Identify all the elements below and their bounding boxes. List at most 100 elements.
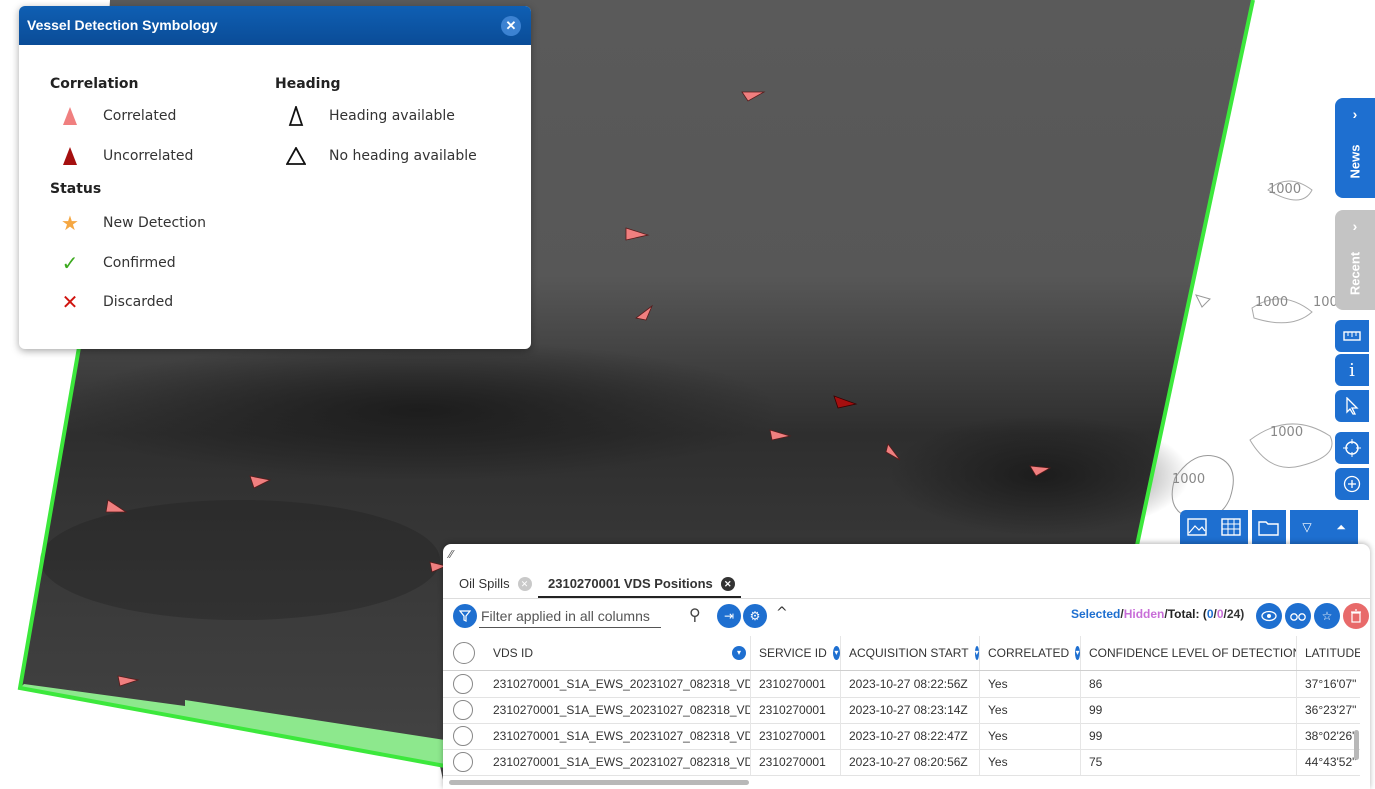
cell-acquisition-start: 2023-10-27 08:23:14Z — [840, 697, 979, 723]
star-outline-icon[interactable]: ☆ — [1314, 603, 1340, 629]
binoculars-icon[interactable] — [1285, 603, 1311, 629]
legend-item-new-detection: ★ New Detection — [57, 211, 206, 235]
select-all-cell[interactable] — [443, 636, 485, 670]
row-radio[interactable] — [453, 700, 473, 720]
horizontal-scrollbar[interactable] — [449, 780, 749, 785]
column-label: ACQUISITION START — [849, 646, 969, 660]
counter-total: Total: ( — [1167, 607, 1207, 621]
collapse-down-icon[interactable]: ▽ — [1290, 510, 1324, 544]
zoom-in-icon[interactable] — [1335, 468, 1369, 500]
panel-header: Vessel Detection Symbology ✕ — [19, 6, 531, 45]
locate-icon[interactable] — [1335, 432, 1369, 464]
tab-vds-positions[interactable]: 2310270001 VDS Positions ✕ — [538, 572, 741, 598]
row-radio[interactable] — [453, 752, 473, 772]
cell-vds-id: 2310270001_S1A_EWS_20231027_082318_VDS_1… — [493, 703, 750, 717]
news-tab[interactable]: › News — [1335, 98, 1375, 198]
column-header-latitude[interactable]: LATITUDE — [1296, 636, 1360, 670]
column-header-vds-id[interactable]: VDS ID ▾ — [485, 636, 750, 670]
column-header-service-id[interactable]: SERVICE ID ▾ — [750, 636, 840, 670]
eye-icon[interactable] — [1256, 603, 1282, 629]
legend-label: Uncorrelated — [103, 148, 194, 164]
cursor-icon[interactable] — [1335, 390, 1369, 422]
cell-confidence: 86 — [1080, 671, 1296, 697]
star-icon: ★ — [61, 211, 79, 235]
column-label: VDS ID — [493, 646, 534, 660]
filter-input[interactable] — [479, 605, 661, 628]
chevron-up-icon[interactable]: ^ — [776, 605, 788, 621]
cell-latitude: 36°23'27" — [1296, 697, 1360, 723]
ruler-icon[interactable] — [1335, 320, 1369, 352]
cell-acquisition-start: 2023-10-27 08:22:47Z — [840, 723, 979, 749]
row-select-cell[interactable] — [443, 723, 485, 749]
image-icon[interactable] — [1180, 510, 1214, 544]
legend-label: Heading available — [329, 108, 455, 124]
coastline — [1195, 294, 1211, 308]
expand-up-icon[interactable]: ⏶ — [1324, 510, 1358, 544]
vertical-scrollbar[interactable] — [1354, 730, 1359, 760]
table-row[interactable]: 2310270001_S1A_EWS_20231027_082318_VDS_1… — [443, 749, 1360, 776]
cell-service-id: 2310270001 — [750, 749, 840, 775]
row-radio[interactable] — [453, 674, 473, 694]
table-tabs: Oil Spills ✕ 2310270001 VDS Positions ✕ — [443, 572, 1370, 599]
cell-acquisition-start: 2023-10-27 08:22:56Z — [840, 671, 979, 697]
grid-icon[interactable] — [1214, 510, 1248, 544]
section-status: Status — [50, 181, 102, 197]
column-label: LATITUDE — [1305, 646, 1360, 660]
close-tab-icon[interactable]: ✕ — [720, 577, 735, 591]
legend-item-heading-available: Heading available — [283, 105, 455, 127]
cell-service-id: 2310270001 — [750, 723, 840, 749]
info-icon[interactable]: i — [1335, 354, 1369, 386]
tab-label: 2310270001 VDS Positions — [548, 576, 713, 591]
filter-icon[interactable] — [453, 604, 477, 628]
folder-icon[interactable] — [1252, 510, 1286, 544]
counter-sep: ) — [1240, 607, 1245, 621]
settings-gear-icon[interactable]: ⚙ — [743, 604, 767, 628]
counter-total-count: 24 — [1226, 607, 1241, 621]
table-row[interactable]: 2310270001_S1A_EWS_20231027_082318_VDS_1… — [443, 723, 1360, 750]
legend-item-correlated: Correlated — [57, 105, 176, 127]
table-row[interactable]: 2310270001_S1A_EWS_20231027_082318_VDS_1… — [443, 697, 1360, 724]
close-tab-icon[interactable]: ✕ — [517, 577, 532, 591]
cell-vds-id: 2310270001_S1A_EWS_20231027_082318_VDS_1… — [493, 755, 750, 769]
depth-label: 1000 — [1270, 425, 1303, 440]
vessel-detection-symbology-panel: Vessel Detection Symbology ✕ Correlation… — [19, 6, 531, 349]
table-header-row: VDS ID ▾ SERVICE ID ▾ ACQUISITION START ▾ C… — [443, 636, 1360, 671]
column-header-confidence[interactable]: CONFIDENCE LEVEL OF DETECTION▾ — [1080, 636, 1296, 670]
export-icon[interactable]: ⇥ — [717, 604, 741, 628]
sort-icon[interactable]: ▾ — [832, 646, 840, 660]
recent-tab[interactable]: › Recent — [1335, 210, 1375, 310]
trash-icon[interactable] — [1343, 603, 1369, 629]
section-heading: Heading — [275, 76, 341, 92]
legend-label: No heading available — [329, 148, 477, 164]
column-header-acquisition-start[interactable]: ACQUISITION START ▾ — [840, 636, 979, 670]
table-row[interactable]: 2310270001_S1A_EWS_20231027_082318_VDS_1… — [443, 671, 1360, 698]
column-label: CONFIDENCE LEVEL OF DETECTION — [1089, 646, 1296, 660]
search-icon[interactable]: ⚲ — [689, 605, 701, 624]
counter-hidden-count: 0 — [1216, 607, 1224, 621]
tab-oil-spills[interactable]: Oil Spills ✕ — [459, 572, 532, 596]
cell-confidence: 75 — [1080, 749, 1296, 775]
resize-handle-icon[interactable]: ⁄⁄ — [449, 548, 453, 561]
legend-item-discarded: ✕ Discarded — [57, 290, 174, 314]
cell-confidence: 99 — [1080, 697, 1296, 723]
cell-correlated: Yes — [979, 723, 1080, 749]
row-select-cell[interactable] — [443, 749, 485, 775]
chevron-right-icon: › — [1352, 106, 1358, 122]
legend-item-confirmed: ✓ Confirmed — [57, 251, 176, 275]
depth-label: 1000 — [1172, 472, 1205, 487]
column-header-correlated[interactable]: CORRELATED ▾ — [979, 636, 1080, 670]
cell-vds-id: 2310270001_S1A_EWS_20231027_082318_VDS_1 — [493, 677, 750, 691]
cell-vds-id: 2310270001_S1A_EWS_20231027_082318_VDS_1… — [493, 729, 750, 743]
legend-label: Discarded — [103, 294, 174, 310]
recent-tab-label: Recent — [1347, 251, 1363, 296]
sort-icon[interactable]: ▾ — [732, 646, 746, 660]
cell-acquisition-start: 2023-10-27 08:20:56Z — [840, 749, 979, 775]
news-tab-label: News — [1347, 144, 1363, 179]
close-icon[interactable]: ✕ — [501, 16, 521, 36]
section-correlation: Correlation — [50, 76, 139, 92]
row-radio[interactable] — [453, 726, 473, 746]
select-all-radio[interactable] — [453, 642, 475, 664]
row-select-cell[interactable] — [443, 671, 485, 697]
row-select-cell[interactable] — [443, 697, 485, 723]
table-toolbar: ⚲ ⇥ ⚙ ^ Selected/Hidden/Total: (0/0/24) … — [443, 602, 1370, 632]
